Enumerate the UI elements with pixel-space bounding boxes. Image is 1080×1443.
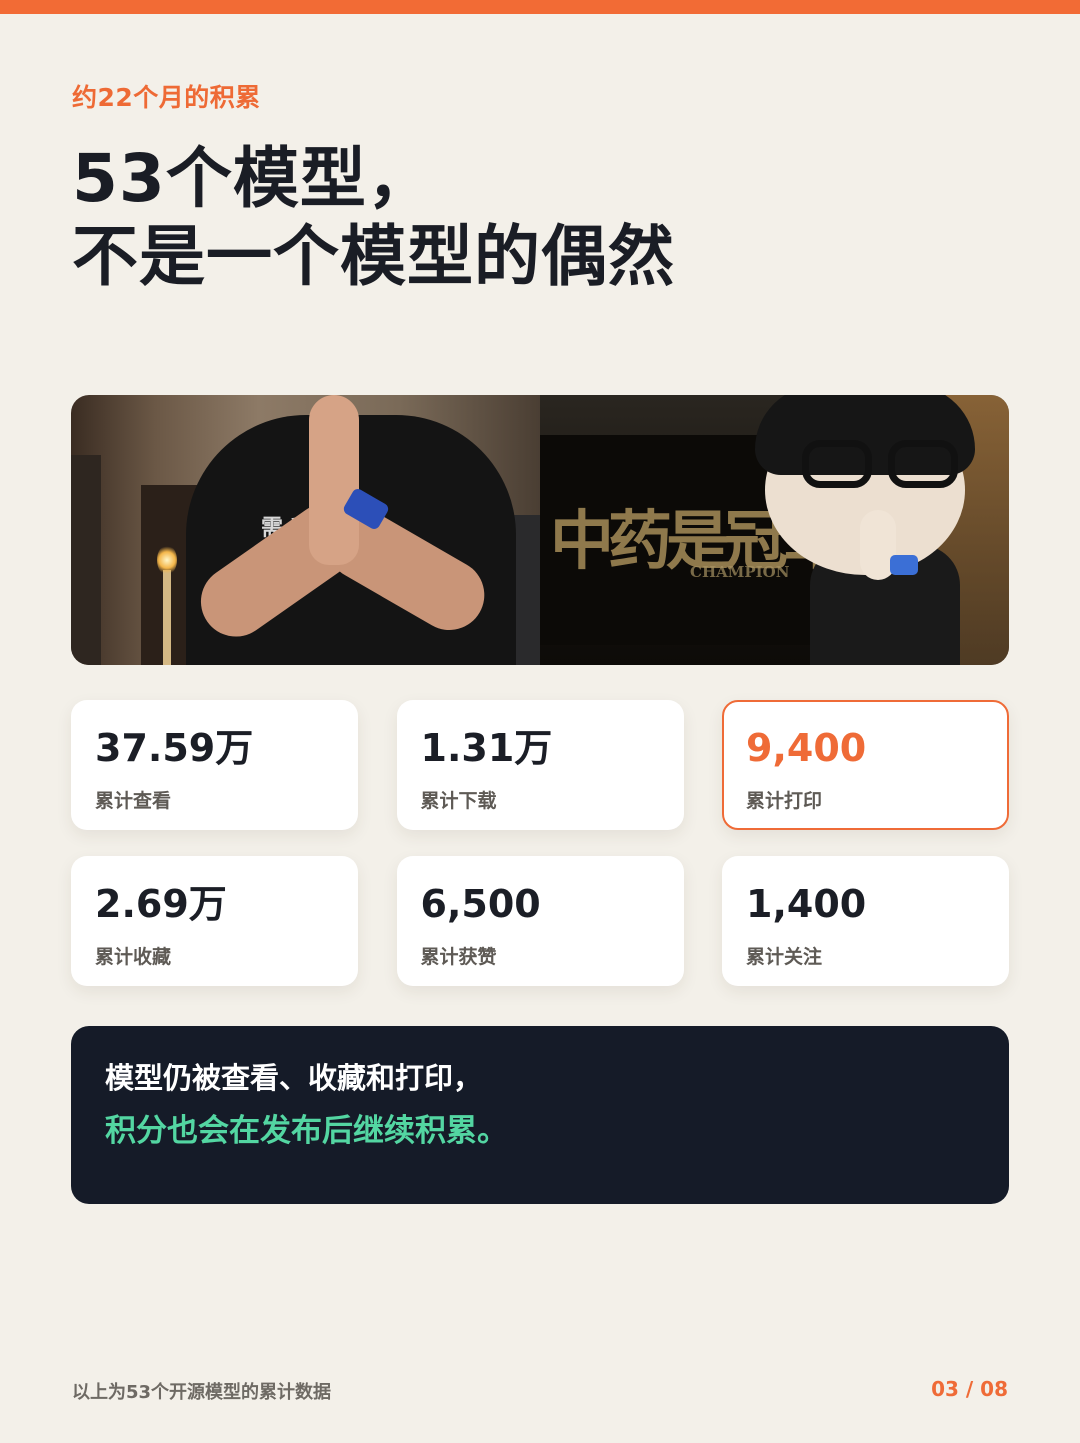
footnote: 以上为53个开源模型的累计数据 (72, 1382, 332, 1403)
top-accent-bar (0, 0, 1080, 14)
figurine-praying-photo: 中药是冠军 CHAMPION (540, 395, 1009, 665)
stat-card-likes: 6,500 累计获赞 (396, 856, 684, 986)
stats-grid: 37.59万 累计查看 1.31万 累计下载 9,400 累计打印 2.69万 … (71, 700, 1009, 986)
stat-label: 累计关注 (746, 946, 823, 968)
stat-value: 1.31万 (420, 726, 553, 770)
stat-card-followers: 1,400 累计关注 (722, 856, 1009, 986)
stat-label: 累计查看 (95, 790, 172, 812)
stat-value: 1,400 (746, 882, 867, 926)
stat-label: 累计收藏 (95, 946, 172, 968)
stat-card-views: 37.59万 累计查看 (71, 700, 358, 830)
stat-label: 累计获赞 (420, 946, 497, 968)
photo-strip: 需 我帮 吗? 中药是冠军 CHAMPION (71, 395, 1009, 665)
page-title: 53个模型， 不是一个模型的偶然 (72, 140, 972, 296)
stat-value: 37.59万 (95, 726, 254, 770)
stat-card-downloads: 1.31万 累计下载 (396, 700, 684, 830)
headline-line-1: 53个模型， (72, 140, 434, 217)
eyebrow-label: 约22个月的积累 (72, 83, 261, 112)
stat-label: 累计打印 (746, 790, 823, 812)
headline-line-2: 不是一个模型的偶然 (72, 218, 675, 295)
summary-callout: 模型仍被查看、收藏和打印， 积分也会在发布后继续积累。 (71, 1026, 1009, 1204)
stat-value: 2.69万 (95, 882, 227, 926)
person-praying-photo: 需 我帮 吗? (71, 395, 540, 665)
page-number: 03 / 08 (931, 1377, 1008, 1401)
callout-highlight-text: 积分也会在发布后继续积累。 (105, 1113, 508, 1149)
stat-card-prints: 9,400 累计打印 (722, 700, 1009, 830)
stat-card-favorites: 2.69万 累计收藏 (71, 856, 358, 986)
stat-value: 6,500 (420, 882, 541, 926)
stat-value: 9,400 (746, 726, 867, 770)
callout-text: 模型仍被查看、收藏和打印， (105, 1061, 483, 1095)
stat-label: 累计下载 (420, 790, 497, 812)
